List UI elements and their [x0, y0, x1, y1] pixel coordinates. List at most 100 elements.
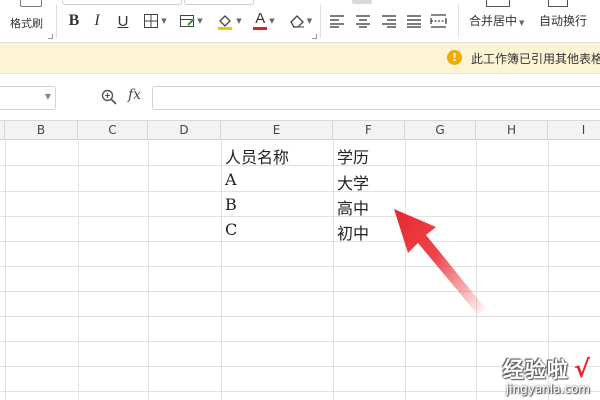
bold-label: B: [68, 12, 80, 29]
divider: [56, 4, 57, 38]
gridline: [0, 266, 600, 267]
chevron-down-icon: ▼: [306, 17, 313, 25]
gridline: [221, 139, 222, 400]
column-header-D[interactable]: D: [148, 121, 221, 139]
gridline: [0, 316, 600, 317]
cell-F2[interactable]: 大学: [337, 170, 369, 194]
fill-color-icon: [218, 15, 233, 30]
column-header-E[interactable]: E: [221, 121, 333, 139]
column-label: C: [108, 123, 117, 137]
column-label: E: [272, 123, 281, 137]
distribute-button[interactable]: [429, 11, 447, 31]
column-header-B[interactable]: B: [5, 121, 78, 139]
column-header-F[interactable]: F: [333, 121, 405, 139]
chevron-down-icon: ▼: [236, 17, 242, 25]
border-button[interactable]: ▼: [140, 11, 170, 31]
red-arrow-icon: [394, 209, 486, 315]
merge-center-button[interactable]: 合并居中 ▼: [469, 12, 524, 29]
font-color-button[interactable]: A ▼: [250, 10, 278, 31]
cell-E1[interactable]: 人员名称: [225, 144, 289, 168]
cell-E4[interactable]: C: [225, 220, 237, 239]
notification-bar: ! 此工作簿已引用其他表格: [0, 43, 600, 74]
format-painter-button[interactable]: 格式刷: [6, 0, 52, 42]
cell-E2[interactable]: A: [225, 170, 237, 189]
cell-F1[interactable]: 学历: [337, 144, 369, 168]
column-label: D: [179, 123, 189, 137]
column-label: B: [36, 123, 46, 137]
gridline: [0, 165, 600, 166]
watermark: 经验啦 √ jingyanla.com: [503, 354, 590, 396]
formula-input[interactable]: [152, 86, 600, 110]
gridline: [0, 191, 600, 192]
format-painter-label: 格式刷: [10, 17, 43, 30]
font-color-letter: A: [255, 10, 266, 27]
gridline: [78, 139, 79, 400]
gridline: [0, 241, 600, 242]
column-label: F: [365, 123, 372, 137]
divider: [320, 4, 321, 38]
chevron-down-icon: ▼: [269, 17, 275, 25]
align-right-button[interactable]: [380, 11, 398, 31]
name-box[interactable]: ▼: [0, 86, 56, 110]
justify-icon: [407, 15, 421, 28]
wrap-icon: [548, 0, 568, 7]
bold-button[interactable]: B: [65, 11, 83, 31]
column-label: G: [435, 123, 445, 137]
cell-E3[interactable]: B: [225, 195, 237, 214]
cell-F3[interactable]: 高中: [337, 195, 369, 219]
gridline: [333, 139, 334, 400]
cell-F4[interactable]: 初中: [337, 220, 369, 244]
chevron-down-icon: ▼: [161, 17, 167, 25]
fill-color-button[interactable]: ▼: [214, 11, 244, 31]
align-left-icon: [330, 15, 344, 28]
distribute-icon: [429, 14, 447, 28]
insert-function-button[interactable]: fx: [128, 87, 141, 103]
check-icon: √: [573, 355, 590, 383]
column-header-G[interactable]: G: [405, 121, 476, 139]
chevron-down-icon: ▼: [197, 17, 203, 25]
notification-text[interactable]: 此工作簿已引用其他表格: [471, 50, 600, 67]
font-color-swatch: [253, 27, 268, 30]
zoom-icon[interactable]: [101, 89, 117, 105]
merge-icon: [486, 0, 510, 7]
merge-center-label: 合并居中: [469, 14, 518, 28]
gridline: [0, 291, 600, 292]
align-top-button[interactable]: [352, 0, 372, 4]
align-center-button[interactable]: [354, 11, 372, 31]
underline-label: U: [117, 12, 129, 30]
column-header-C[interactable]: C: [78, 121, 148, 139]
ribbon-toolbar: 格式刷 B I U ▼ ▼ ▼ A ▼ ▼ 合并居中 ▼ 自动换行: [0, 0, 600, 43]
align-center-icon: [356, 15, 370, 28]
font-color-icon: A: [253, 10, 268, 30]
column-label: H: [506, 123, 517, 137]
chevron-down-icon[interactable]: ▼: [45, 92, 51, 101]
gridline: [5, 139, 6, 400]
font-name-select[interactable]: [62, 0, 182, 5]
group-expander-icon[interactable]: [312, 34, 317, 39]
watermark-title: 经验啦: [502, 358, 569, 382]
group-expander-icon[interactable]: [48, 34, 53, 39]
watermark-url: jingyanla.com: [505, 382, 590, 396]
italic-button[interactable]: I: [90, 11, 104, 31]
wrap-text-button[interactable]: 自动换行: [539, 12, 587, 29]
justify-button[interactable]: [405, 11, 423, 31]
chevron-down-icon: ▼: [519, 19, 525, 27]
gridline: [0, 341, 600, 342]
italic-label: I: [94, 12, 100, 29]
underline-button[interactable]: U: [114, 11, 132, 31]
column-header-H[interactable]: H: [476, 121, 548, 139]
gridline: [148, 139, 149, 400]
warning-icon: !: [447, 50, 462, 65]
clear-button[interactable]: ▼: [285, 11, 315, 31]
column-header-I[interactable]: I: [548, 121, 600, 139]
cell-style-icon: [180, 15, 196, 27]
divider: [458, 4, 459, 38]
column-header-row: B C D E F G H I: [0, 120, 600, 140]
clear-icon: [289, 15, 304, 28]
font-size-select[interactable]: [184, 0, 254, 5]
formula-bar: ▼ fx: [0, 74, 600, 120]
cell-style-button[interactable]: ▼: [176, 11, 206, 31]
format-painter-icon: [20, 0, 42, 7]
border-icon: [144, 14, 159, 28]
align-left-button[interactable]: [328, 11, 346, 31]
